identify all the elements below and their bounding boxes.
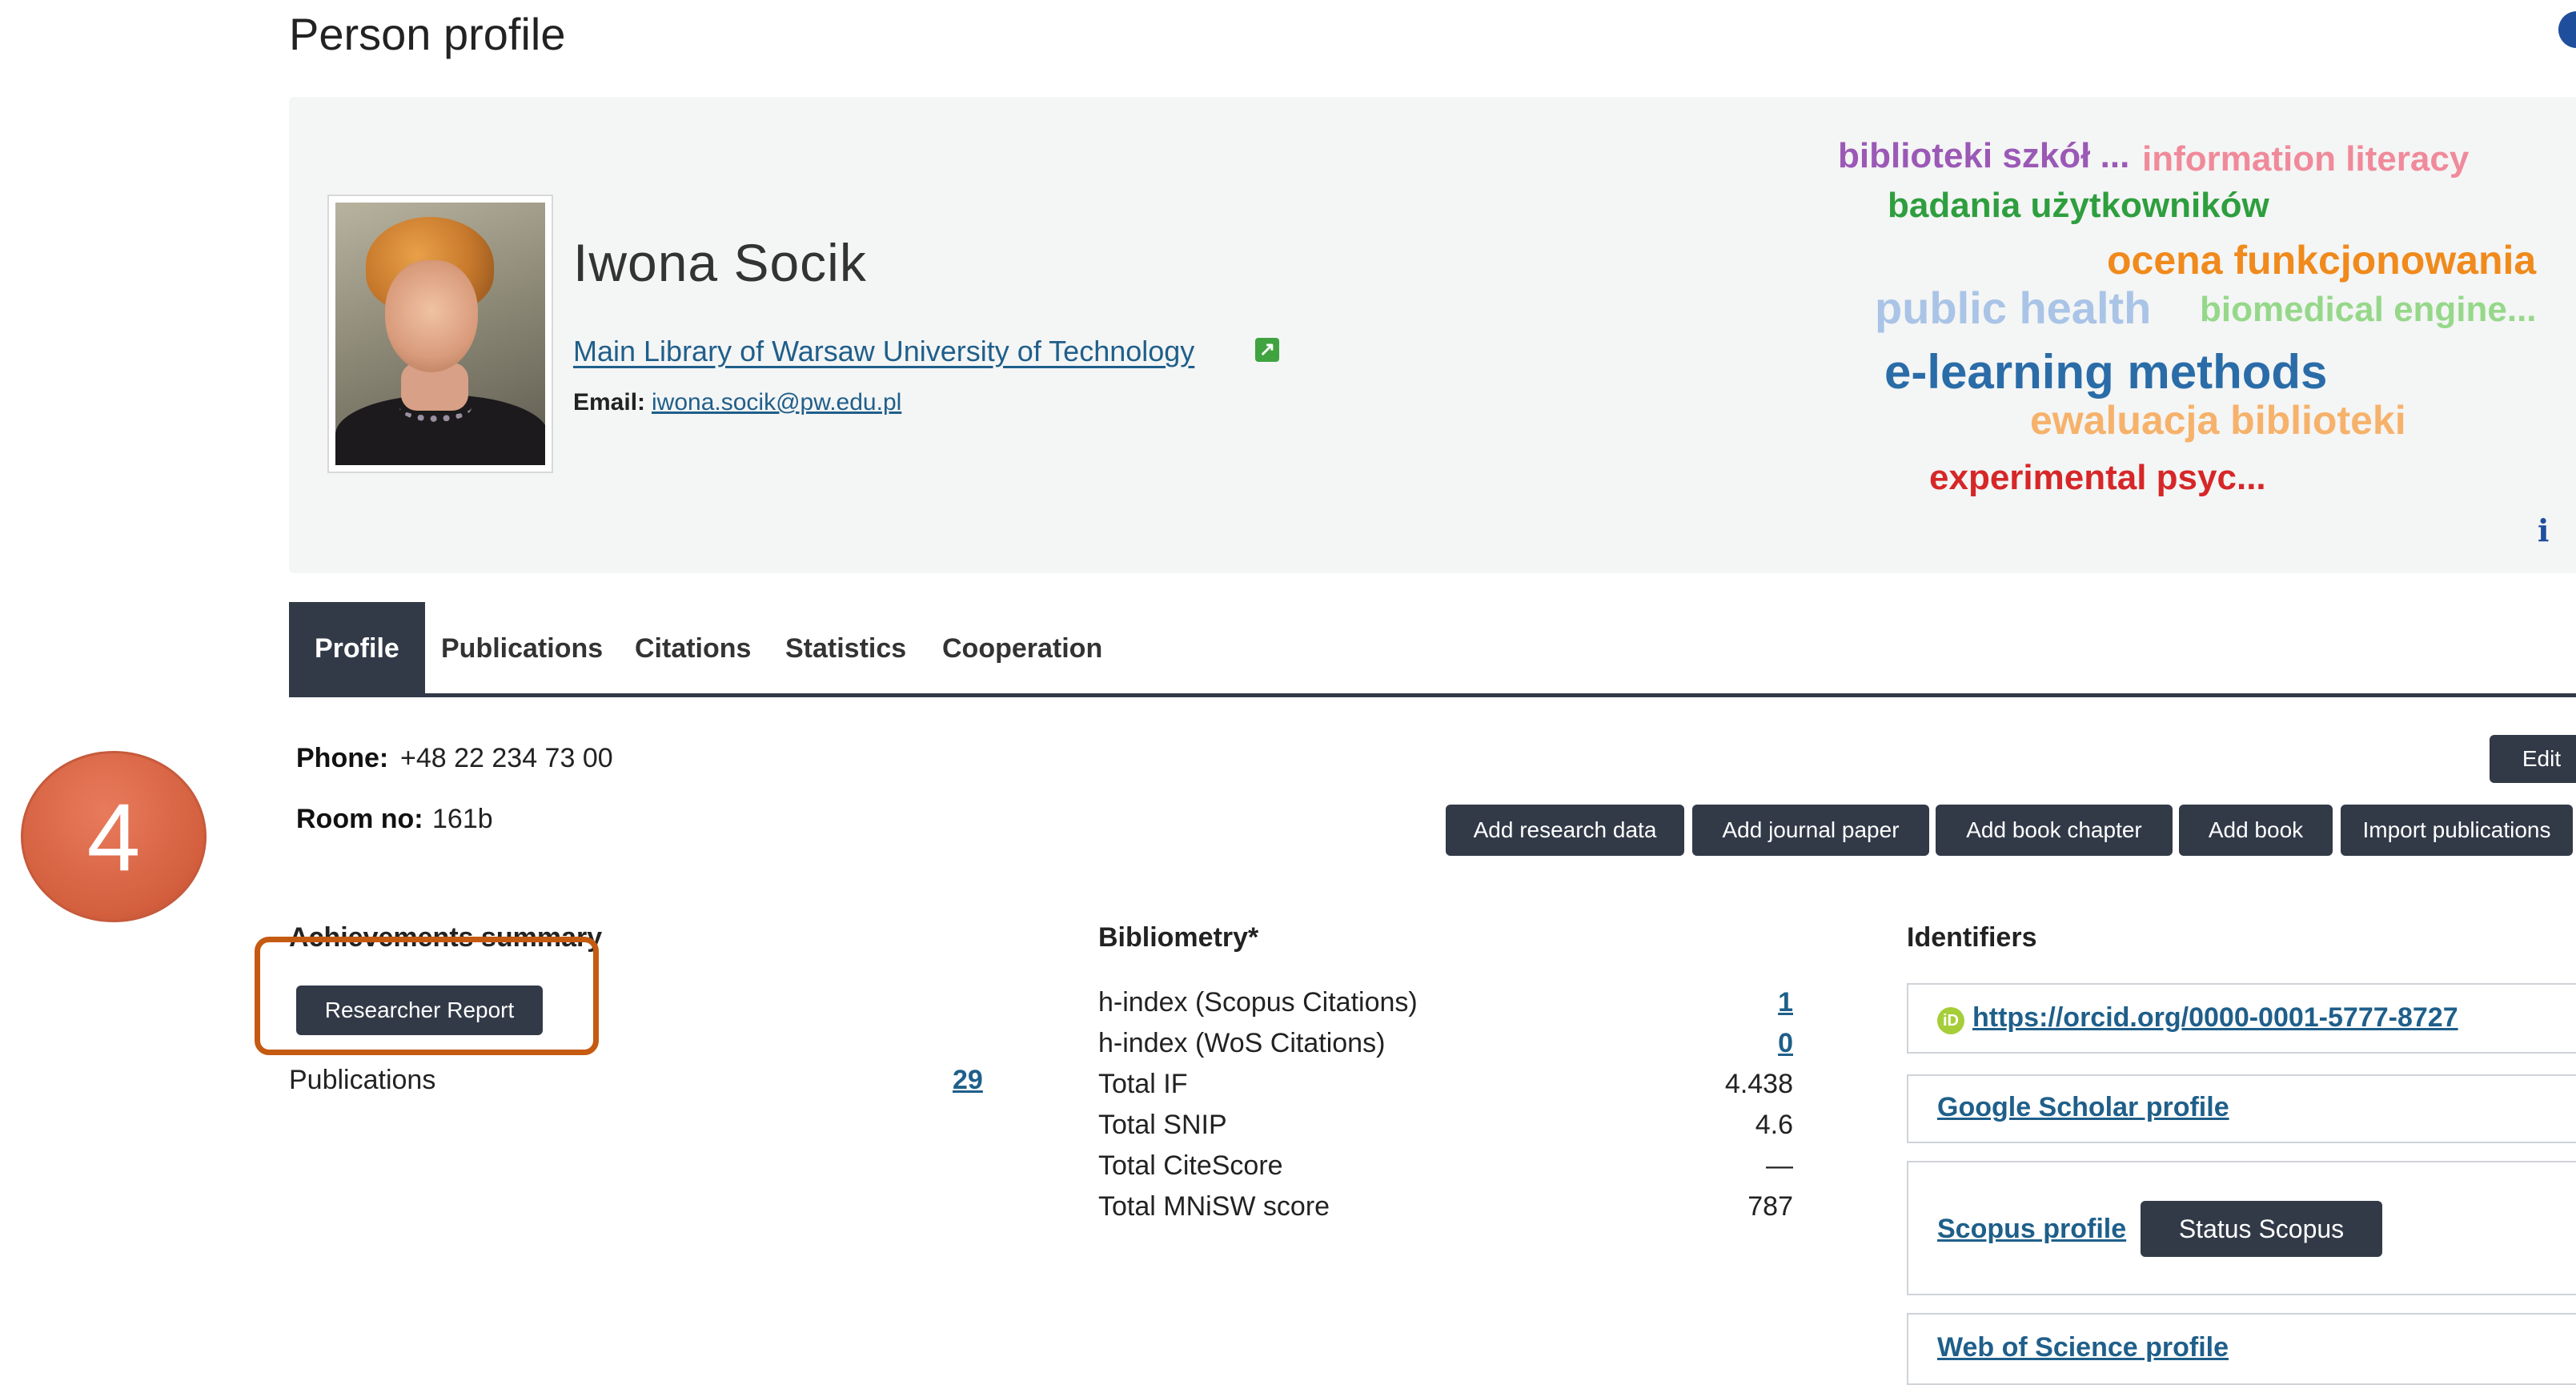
help-icon[interactable] (2558, 11, 2576, 48)
publications-count-link[interactable]: 29 (953, 1065, 983, 1096)
google-scholar-box: Google Scholar profile (1907, 1074, 2576, 1143)
phone-label: Phone: (296, 743, 389, 773)
external-link-icon[interactable]: ↗ (1255, 338, 1279, 362)
h-index-scopus-link[interactable]: 1 (1778, 987, 1793, 1018)
step-marker: 4 (21, 751, 207, 922)
orcid-link[interactable]: https://orcid.org/0000-0001-5777-8727 (1972, 1002, 2458, 1034)
page-title: Person profile (289, 9, 566, 59)
bibliometry-row-label: Total SNIP (1098, 1110, 1227, 1140)
tab-publications[interactable]: Publications (441, 602, 603, 695)
import-publications-button[interactable]: Import publications (2341, 805, 2573, 856)
profile-photo (327, 195, 553, 473)
identifiers-heading: Identifiers (1907, 922, 2037, 953)
keyword[interactable]: biblioteki szkół ... (1838, 136, 2129, 176)
info-icon[interactable]: i (2538, 512, 2549, 548)
publications-label: Publications (289, 1065, 436, 1095)
keyword[interactable]: biomedical engine... (2200, 290, 2537, 330)
bibliometry-row-label: Total MNiSW score (1098, 1191, 1330, 1222)
bibliometry-row-label: Total IF (1098, 1069, 1188, 1099)
tab-citations[interactable]: Citations (635, 602, 751, 695)
keyword[interactable]: ocena funkcjonowania (2107, 237, 2536, 283)
keyword[interactable]: e-learning methods (1884, 344, 2327, 399)
google-scholar-link[interactable]: Google Scholar profile (1937, 1092, 2229, 1123)
add-book-chapter-button[interactable]: Add book chapter (1936, 805, 2173, 856)
add-journal-paper-button[interactable]: Add journal paper (1692, 805, 1929, 856)
bibliometry-heading: Bibliometry* (1098, 922, 1259, 953)
h-index-wos-link[interactable]: 0 (1778, 1028, 1793, 1059)
bibliometry-row-label: h-index (WoS Citations) (1098, 1028, 1386, 1058)
bibliometry-row-value: 4.6 (1755, 1110, 1793, 1140)
status-scopus-button[interactable]: Status Scopus (2141, 1201, 2382, 1257)
edit-button[interactable]: Edit (2490, 735, 2576, 783)
phone-value: +48 22 234 73 00 (400, 743, 613, 773)
affiliation-link[interactable]: Main Library of Warsaw University of Tec… (573, 335, 1194, 368)
tab-cooperation[interactable]: Cooperation (942, 602, 1102, 695)
keyword[interactable]: badania użytkowników (1888, 186, 2269, 226)
add-book-button[interactable]: Add book (2179, 805, 2333, 856)
keyword[interactable]: public health (1875, 282, 2151, 334)
person-name: Iwona Socik (573, 233, 867, 292)
bibliometry-row-value: 787 (1747, 1191, 1793, 1222)
keyword[interactable]: experimental psyc... (1929, 458, 2266, 498)
tab-statistics[interactable]: Statistics (785, 602, 906, 695)
keyword[interactable]: information literacy (2142, 139, 2469, 179)
keyword[interactable]: ewaluacja biblioteki (2030, 397, 2406, 444)
scopus-link[interactable]: Scopus profile (1937, 1214, 2126, 1245)
highlight-box (255, 937, 599, 1055)
orcid-icon: iD (1937, 1007, 1964, 1034)
bibliometry-row-label: Total CiteScore (1098, 1150, 1283, 1181)
add-research-data-button[interactable]: Add research data (1446, 805, 1684, 856)
bibliometry-row-label: h-index (Scopus Citations) (1098, 987, 1418, 1018)
room-label: Room no: (296, 804, 423, 834)
profile-tabs: Profile Publications Citations Statistic… (289, 602, 2576, 695)
bibliometry-row-value: — (1766, 1150, 1793, 1181)
room-value: 161b (432, 804, 493, 834)
bibliometry-row-value: 4.438 (1724, 1069, 1793, 1099)
tab-underline (289, 693, 2576, 697)
wos-link[interactable]: Web of Science profile (1937, 1332, 2229, 1363)
email-label: Email: (573, 389, 646, 416)
scopus-box: Scopus profile Status Scopus (1907, 1161, 2576, 1295)
orcid-box: iD https://orcid.org/0000-0001-5777-8727 (1907, 983, 2576, 1054)
tab-profile[interactable]: Profile (289, 602, 425, 695)
email-link[interactable]: iwona.socik@pw.edu.pl (652, 389, 901, 416)
